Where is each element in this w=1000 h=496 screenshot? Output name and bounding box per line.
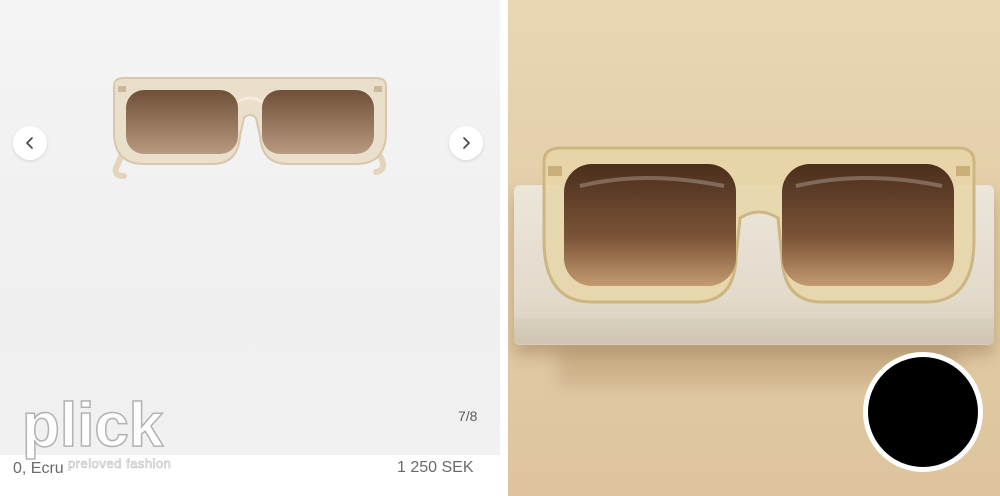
listing-gallery: 7/8 0, Ecru 1 250 SEK plick preloved fas…	[0, 0, 1000, 496]
sunglasses-photo	[542, 146, 976, 304]
product-price: 1 250 SEK	[397, 459, 474, 476]
svg-text:plick: plick	[22, 391, 164, 460]
glasses-case-edge	[514, 318, 994, 344]
plick-logo-watermark: plick preloved fashion	[21, 390, 171, 471]
product-photo[interactable]	[0, 0, 500, 455]
previous-image-button[interactable]	[13, 126, 47, 160]
sunglasses-image	[112, 77, 387, 179]
next-image-button[interactable]	[449, 126, 483, 160]
chevron-right-icon	[463, 137, 470, 149]
product-carousel: 7/8 0, Ecru 1 250 SEK plick preloved fas…	[0, 0, 500, 496]
chevron-left-icon	[26, 137, 33, 149]
image-counter: 7/8	[458, 408, 478, 424]
redaction-circle	[863, 352, 983, 472]
user-photo[interactable]	[508, 0, 1000, 496]
svg-text:preloved fashion: preloved fashion	[68, 456, 171, 471]
